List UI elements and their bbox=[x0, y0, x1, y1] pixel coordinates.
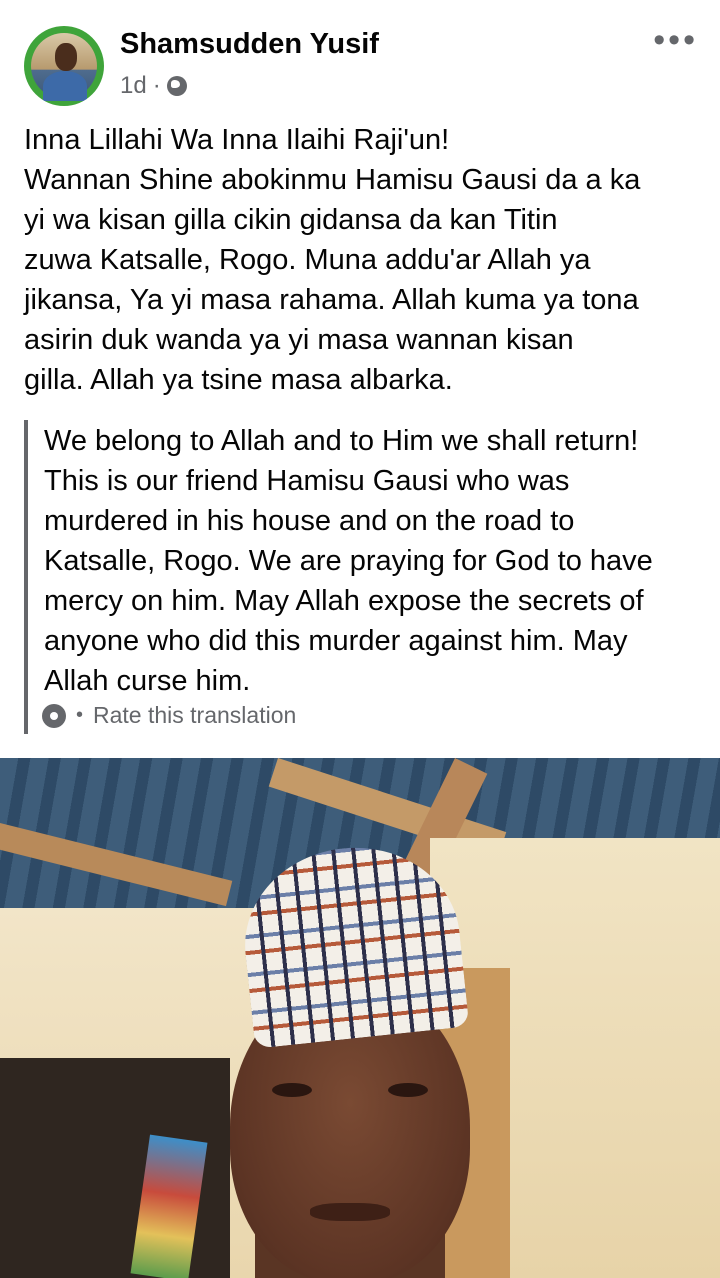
translation-line: mercy on him. May Allah expose the secre… bbox=[44, 585, 644, 617]
translation-line: We belong to Allah and to Him we shall r… bbox=[44, 425, 639, 457]
translation-text: We belong to Allah and to Him we shall r… bbox=[44, 421, 704, 701]
post-time[interactable]: 1d bbox=[120, 72, 147, 100]
translation-line: This is our friend Hamisu Gausi who was bbox=[44, 465, 570, 497]
translation-line: Allah curse him. bbox=[44, 665, 251, 697]
post-text: Inna Lillahi Wa Inna Ilaihi Raji'un! Wan… bbox=[24, 120, 704, 400]
translation-block: We belong to Allah and to Him we shall r… bbox=[24, 420, 708, 734]
avatar-body bbox=[43, 71, 87, 101]
post-text-line: yi wa kisan gilla cikin gidansa da kan T… bbox=[24, 204, 558, 236]
avatar-head bbox=[55, 43, 77, 71]
avatar-photo bbox=[31, 33, 97, 101]
post-text-line: zuwa Katsalle, Rogo. Muna addu'ar Allah … bbox=[24, 244, 591, 276]
rate-separator: • bbox=[76, 704, 84, 726]
rate-translation[interactable]: • Rate this translation bbox=[42, 702, 296, 729]
post-text-line: Inna Lillahi Wa Inna Ilaihi Raji'un! bbox=[24, 124, 450, 156]
author-avatar[interactable] bbox=[24, 26, 104, 106]
post-header: Shamsudden Yusif 1d · ••• bbox=[0, 0, 720, 115]
post-text-line: gilla. Allah ya tsine masa albarka. bbox=[24, 364, 453, 396]
gear-icon[interactable] bbox=[42, 704, 66, 728]
post-text-line: asirin duk wanda ya yi masa wannan kisan bbox=[24, 324, 574, 356]
post-meta: 1d · bbox=[120, 72, 187, 100]
photo-mouth bbox=[310, 1203, 390, 1221]
translation-line: Katsalle, Rogo. We are praying for God t… bbox=[44, 545, 653, 577]
more-options-button[interactable]: ••• bbox=[653, 23, 698, 57]
translation-line: anyone who did this murder against him. … bbox=[44, 625, 628, 657]
translation-line: murdered in his house and on the road to bbox=[44, 505, 575, 537]
post-photo[interactable] bbox=[0, 758, 720, 1278]
rate-translation-link[interactable]: Rate this translation bbox=[93, 702, 296, 729]
author-name[interactable]: Shamsudden Yusif bbox=[120, 28, 379, 61]
meta-separator: · bbox=[152, 72, 161, 99]
photo-eye bbox=[388, 1083, 428, 1097]
globe-icon[interactable] bbox=[166, 76, 187, 96]
photo-eye bbox=[272, 1083, 312, 1097]
post-text-line: jikansa, Ya yi masa rahama. Allah kuma y… bbox=[24, 284, 639, 316]
post-text-line: Wannan Shine abokinmu Hamisu Gausi da a … bbox=[24, 164, 641, 196]
